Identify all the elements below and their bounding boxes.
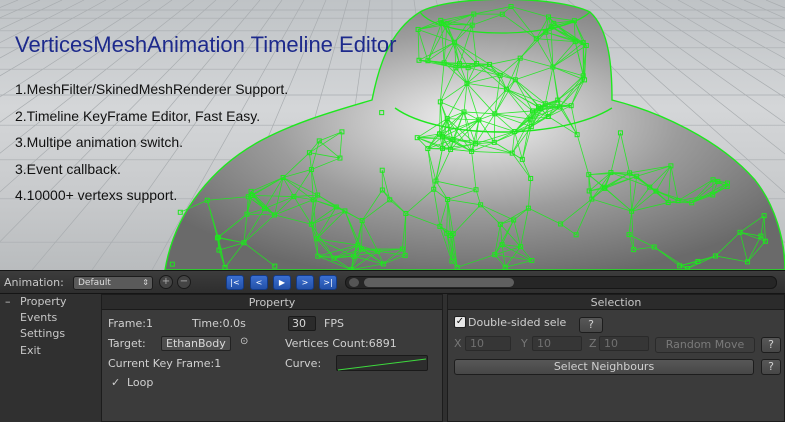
side-menu: – Property Events Settings Exit bbox=[0, 294, 100, 422]
timeline-scroll-left-button[interactable] bbox=[349, 278, 359, 287]
feature-item: 3.Event callback. bbox=[15, 160, 121, 177]
loop-check-icon[interactable]: ✓ bbox=[111, 376, 120, 389]
feature-list: 1.MeshFilter/SkinedMeshRenderer Support.… bbox=[15, 80, 288, 213]
z-label: Z bbox=[589, 337, 597, 350]
sidebar-item-exit[interactable]: Exit bbox=[20, 344, 41, 357]
curve-preview bbox=[337, 358, 427, 371]
timeline-scroll-thumb[interactable] bbox=[364, 278, 514, 287]
object-picker-icon[interactable]: ⊙ bbox=[240, 336, 248, 347]
current-key-frame: Current Key Frame:1 bbox=[108, 357, 222, 370]
editor-area: – Property Events Settings Exit Property… bbox=[0, 294, 785, 422]
feature-item: 4.10000+ vertexs support. bbox=[15, 187, 178, 203]
play-button[interactable]: ▶ bbox=[273, 275, 291, 290]
random-move-button[interactable]: Random Move bbox=[655, 337, 755, 353]
x-input[interactable]: 10 bbox=[465, 336, 511, 351]
first-frame-button[interactable]: |< bbox=[226, 275, 244, 290]
next-frame-button[interactable]: > bbox=[296, 275, 314, 290]
add-animation-button[interactable]: + bbox=[159, 275, 173, 289]
animation-toolbar: Animation: Default ⇕ + − |< < ▶ > >| bbox=[0, 270, 785, 294]
scene-view: VerticesMeshAnimation Timeline Editor 1.… bbox=[0, 0, 785, 270]
y-input[interactable]: 10 bbox=[532, 336, 582, 351]
dropdown-arrow-icon: ⇕ bbox=[142, 278, 149, 287]
animation-select[interactable]: Default ⇕ bbox=[73, 276, 153, 290]
sidebar-item-property[interactable]: Property bbox=[20, 295, 67, 308]
y-label: Y bbox=[521, 337, 528, 350]
feature-item: 1.MeshFilter/SkinedMeshRenderer Support. bbox=[15, 81, 289, 97]
sidebar-item-events[interactable]: Events bbox=[20, 311, 57, 324]
fps-label: FPS bbox=[324, 317, 344, 330]
curve-label: Curve: bbox=[285, 357, 322, 370]
animation-label: Animation: bbox=[4, 276, 64, 289]
hero-title: VerticesMeshAnimation Timeline Editor bbox=[15, 32, 397, 57]
selected-indicator-icon: – bbox=[5, 295, 11, 308]
double-sided-checkbox[interactable]: ✓ bbox=[454, 316, 466, 328]
frame-readout: Frame:1 bbox=[108, 317, 153, 330]
selection-panel-header: Selection bbox=[448, 295, 784, 310]
loop-label: Loop bbox=[127, 376, 154, 389]
time-readout: Time:0.0s bbox=[192, 317, 246, 330]
double-sided-help-button[interactable]: ? bbox=[579, 317, 603, 333]
sidebar-item-settings[interactable]: Settings bbox=[20, 327, 65, 340]
fps-input[interactable]: 30 bbox=[288, 316, 316, 331]
target-object-field[interactable]: EthanBody bbox=[161, 336, 231, 351]
remove-animation-button[interactable]: − bbox=[177, 275, 191, 289]
timeline-scrollbar[interactable] bbox=[345, 276, 777, 289]
animation-select-value: Default bbox=[78, 278, 111, 288]
select-neighbours-help-button[interactable]: ? bbox=[761, 359, 781, 375]
curve-field[interactable] bbox=[336, 355, 428, 371]
random-move-help-button[interactable]: ? bbox=[761, 337, 781, 353]
target-label: Target: bbox=[108, 337, 146, 350]
z-input[interactable]: 10 bbox=[599, 336, 649, 351]
vertices-count: Vertices Count:6891 bbox=[285, 337, 397, 350]
last-frame-button[interactable]: >| bbox=[319, 275, 337, 290]
property-panel-header: Property bbox=[102, 295, 442, 310]
selection-panel: Selection Double-sided sele ? X 10 Y 10 … bbox=[447, 294, 785, 422]
double-sided-label: Double-sided sele bbox=[468, 316, 567, 329]
feature-item: 2.Timeline KeyFrame Editor, Fast Easy. bbox=[15, 107, 261, 124]
feature-item: 3.Multipe animation switch. bbox=[15, 134, 184, 150]
prev-frame-button[interactable]: < bbox=[250, 275, 268, 290]
x-label: X bbox=[454, 337, 462, 350]
select-neighbours-button[interactable]: Select Neighbours bbox=[454, 359, 754, 375]
